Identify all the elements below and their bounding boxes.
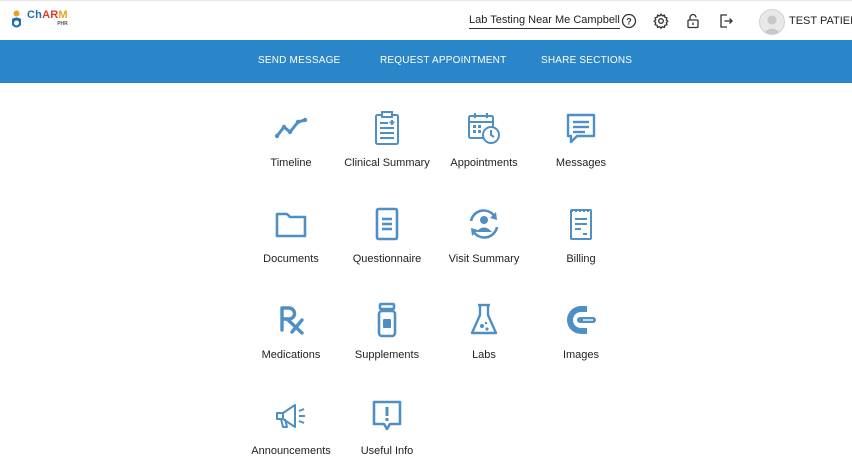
app-logo[interactable]: ChARM PHR [10,10,68,30]
tile-label: Messages [555,157,607,169]
tile-appointments[interactable]: Appointments [434,110,534,169]
billing-icon [570,209,592,240]
questionnaire-icon [375,207,399,241]
visit-summary-icon [469,209,499,239]
tile-messages[interactable]: Messages [531,110,631,169]
tile-label: Timeline [270,157,312,169]
tile-timeline[interactable]: Timeline [241,110,341,169]
tile-label: Labs [472,349,496,361]
logo-name-part3: M [58,9,68,21]
clipboard-icon [375,111,399,145]
tile-label: Billing [566,253,596,265]
tile-announcements[interactable]: Announcements [241,398,341,457]
tile-label: Appointments [450,157,518,169]
message-icon [566,113,596,144]
svg-text:?: ? [626,16,632,26]
action-nav-bar: SEND MESSAGE REQUEST APPOINTMENT SHARE S… [0,40,852,83]
tile-label: Questionnaire [352,253,422,265]
tile-visit-summary[interactable]: Visit Summary [434,206,534,265]
logo-subtitle: PHR [57,21,68,27]
top-bar: ChARM PHR Lab Testing Near Me Campbell ? [0,0,852,41]
lab-testing-link[interactable]: Lab Testing Near Me Campbell [469,14,620,29]
tile-supplements[interactable]: Supplements [337,302,437,361]
logo-name-part1: Ch [27,9,43,21]
settings-icon[interactable] [652,12,670,30]
tile-documents[interactable]: Documents [241,206,341,265]
send-message-link[interactable]: SEND MESSAGE [258,55,340,66]
logo-name-part2: AR [42,9,59,21]
logout-icon[interactable] [717,12,735,30]
flask-icon [470,303,498,335]
tile-clinical-summary[interactable]: Clinical Summary [337,110,437,169]
tile-label: Medications [261,349,321,361]
avatar-person-icon [763,15,781,34]
request-appointment-link[interactable]: REQUEST APPOINTMENT [380,55,506,66]
tile-label: Clinical Summary [344,157,430,169]
avatar[interactable] [759,9,785,35]
tile-questionnaire[interactable]: Questionnaire [337,206,437,265]
rx-icon [280,306,304,335]
megaphone-icon [276,404,305,428]
info-icon [372,400,402,431]
logo-name: ChARM [27,10,68,21]
user-name[interactable]: TEST PATIENT [789,15,852,27]
help-icon[interactable]: ? [620,12,638,30]
share-sections-link[interactable]: SHARE SECTIONS [541,55,632,66]
tile-label: Visit Summary [448,253,520,265]
tile-labs[interactable]: Labs [434,302,534,361]
lock-icon[interactable] [684,12,702,30]
folder-icon [275,212,307,238]
tile-label: Useful Info [360,445,414,457]
tile-label: Documents [263,253,319,265]
bottle-icon [377,302,397,338]
tile-label: Announcements [251,445,331,457]
logo-figure-icon [12,10,21,28]
tile-billing[interactable]: Billing [531,206,631,265]
calendar-clock-icon [468,113,500,144]
tile-useful-info[interactable]: Useful Info [337,398,437,457]
tile-label: Images [562,349,600,361]
tile-label: Supplements [354,349,420,361]
tile-images[interactable]: Images [531,302,631,361]
timeline-icon [274,117,308,139]
tile-medications[interactable]: Medications [241,302,341,361]
scan-icon [567,306,596,334]
